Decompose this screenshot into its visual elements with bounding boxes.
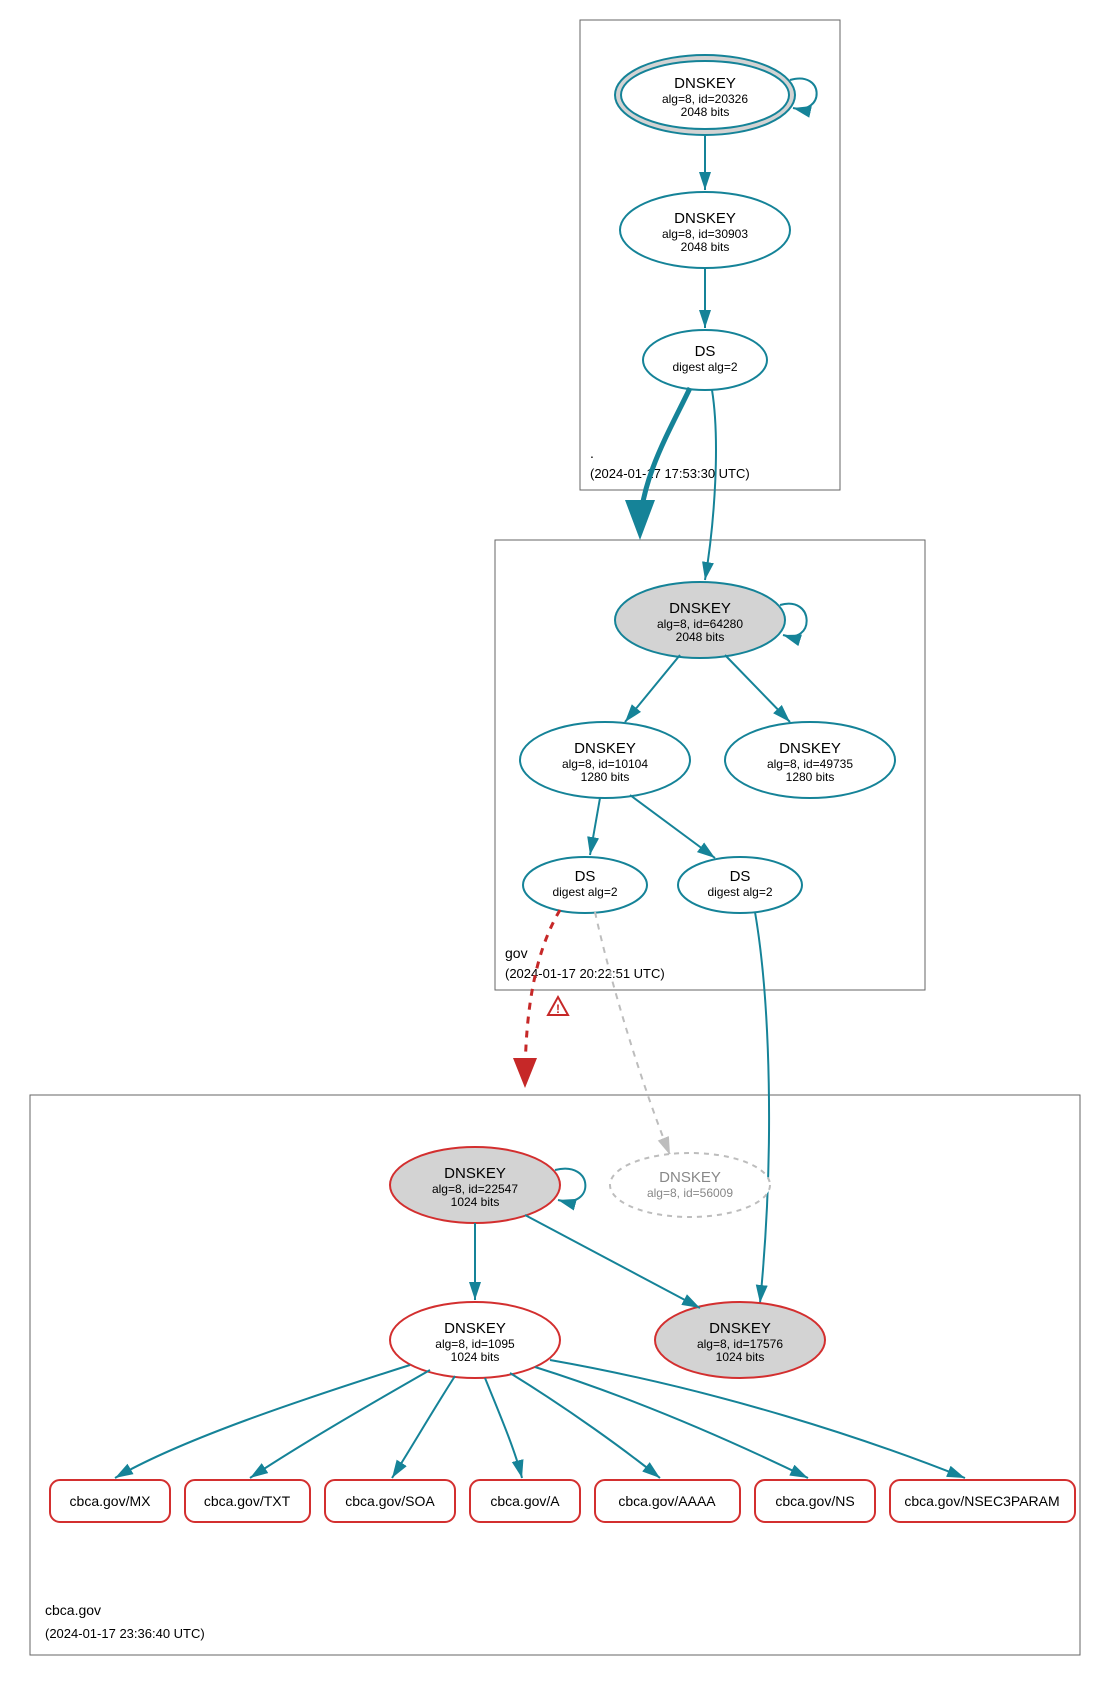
node-cbca-ksk[interactable]: DNSKEY alg=8, id=22547 1024 bits — [390, 1147, 560, 1223]
svg-text:1280 bits: 1280 bits — [786, 770, 835, 784]
node-root-ksk[interactable]: DNSKEY alg=8, id=20326 2048 bits — [615, 55, 795, 135]
zone-cbca-label: cbca.gov — [45, 1602, 101, 1618]
svg-text:DNSKEY: DNSKEY — [674, 75, 736, 92]
svg-text:DNSKEY: DNSKEY — [674, 210, 736, 227]
svg-text:DNSKEY: DNSKEY — [574, 740, 636, 757]
node-cbca-zsk[interactable]: DNSKEY alg=8, id=1095 1024 bits — [390, 1302, 560, 1378]
edge-gov-zsk1-ds1 — [590, 798, 600, 855]
svg-text:2048 bits: 2048 bits — [676, 630, 725, 644]
rr-soa[interactable]: cbca.gov/SOA — [325, 1480, 455, 1522]
rr-aaaa[interactable]: cbca.gov/AAAA — [595, 1480, 740, 1522]
svg-text:alg=8, id=17576: alg=8, id=17576 — [697, 1337, 783, 1351]
zone-gov-timestamp: (2024-01-17 20:22:51 UTC) — [505, 966, 665, 981]
svg-text:DS: DS — [575, 868, 596, 885]
zone-gov-label: gov — [505, 945, 528, 961]
warning-icon: ! — [548, 997, 568, 1016]
svg-text:alg=8, id=10104: alg=8, id=10104 — [562, 757, 648, 771]
svg-text:DNSKEY: DNSKEY — [659, 1169, 721, 1186]
svg-text:digest alg=2: digest alg=2 — [552, 885, 617, 899]
svg-text:alg=8, id=64280: alg=8, id=64280 — [657, 617, 743, 631]
edge-zsk-soa — [392, 1376, 455, 1478]
svg-text:digest alg=2: digest alg=2 — [672, 360, 737, 374]
zone-root-label: . — [590, 445, 594, 461]
svg-text:DNSKEY: DNSKEY — [669, 600, 731, 617]
svg-text:1024 bits: 1024 bits — [451, 1350, 500, 1364]
node-gov-zsk2[interactable]: DNSKEY alg=8, id=49735 1280 bits — [725, 722, 895, 798]
svg-text:!: ! — [556, 1002, 560, 1016]
node-gov-ksk[interactable]: DNSKEY alg=8, id=64280 2048 bits — [615, 582, 785, 658]
rr-a[interactable]: cbca.gov/A — [470, 1480, 580, 1522]
zone-root-timestamp: (2024-01-17 17:53:30 UTC) — [590, 466, 750, 481]
edge-gov-ds1-to-cbca-warn — [525, 910, 560, 1085]
svg-text:alg=8, id=22547: alg=8, id=22547 — [432, 1182, 518, 1196]
zone-cbca-timestamp: (2024-01-17 23:36:40 UTC) — [45, 1626, 205, 1641]
svg-text:1280 bits: 1280 bits — [581, 770, 630, 784]
edge-zsk-a — [485, 1378, 522, 1478]
node-root-ds[interactable]: DS digest alg=2 — [643, 330, 767, 390]
svg-text:cbca.gov/MX: cbca.gov/MX — [70, 1493, 152, 1509]
edge-root-ds-to-gov-ksk — [705, 390, 716, 580]
svg-text:alg=8, id=20326: alg=8, id=20326 — [662, 92, 748, 106]
svg-text:alg=8, id=1095: alg=8, id=1095 — [435, 1337, 515, 1351]
svg-text:cbca.gov/A: cbca.gov/A — [490, 1493, 560, 1509]
edge-gov-ksk-zsk2 — [725, 655, 790, 722]
svg-text:alg=8, id=49735: alg=8, id=49735 — [767, 757, 853, 771]
svg-text:digest alg=2: digest alg=2 — [707, 885, 772, 899]
svg-text:2048 bits: 2048 bits — [681, 240, 730, 254]
svg-text:cbca.gov/SOA: cbca.gov/SOA — [345, 1493, 435, 1509]
edge-gov-zsk1-ds2 — [630, 795, 715, 858]
svg-text:cbca.gov/NS: cbca.gov/NS — [775, 1493, 854, 1509]
svg-text:1024 bits: 1024 bits — [451, 1195, 500, 1209]
edge-zsk-mx — [115, 1365, 410, 1478]
rr-mx[interactable]: cbca.gov/MX — [50, 1480, 170, 1522]
svg-text:DS: DS — [730, 868, 751, 885]
edge-zsk-aaaa — [510, 1373, 660, 1478]
svg-text:DNSKEY: DNSKEY — [444, 1165, 506, 1182]
svg-text:DNSKEY: DNSKEY — [709, 1320, 771, 1337]
svg-text:cbca.gov/TXT: cbca.gov/TXT — [204, 1493, 291, 1509]
svg-text:alg=8, id=30903: alg=8, id=30903 — [662, 227, 748, 241]
edge-zsk-ns — [535, 1367, 808, 1478]
rr-txt[interactable]: cbca.gov/TXT — [185, 1480, 310, 1522]
svg-text:DS: DS — [695, 343, 716, 360]
svg-text:2048 bits: 2048 bits — [681, 105, 730, 119]
rr-ns[interactable]: cbca.gov/NS — [755, 1480, 875, 1522]
edge-cbca-ksk-key2 — [525, 1215, 700, 1308]
node-gov-ds1[interactable]: DS digest alg=2 — [523, 857, 647, 913]
node-root-zsk[interactable]: DNSKEY alg=8, id=30903 2048 bits — [620, 192, 790, 268]
svg-text:alg=8, id=56009: alg=8, id=56009 — [647, 1186, 733, 1200]
edge-root-ds-to-gov-zone — [640, 388, 690, 530]
edge-gov-ksk-zsk1 — [625, 655, 680, 722]
node-cbca-ghost[interactable]: DNSKEY alg=8, id=56009 — [610, 1153, 770, 1217]
svg-text:cbca.gov/AAAA: cbca.gov/AAAA — [618, 1493, 716, 1509]
dnssec-diagram: . (2024-01-17 17:53:30 UTC) DNSKEY alg=8… — [0, 0, 1112, 1690]
rr-nsec3param[interactable]: cbca.gov/NSEC3PARAM — [890, 1480, 1075, 1522]
svg-text:cbca.gov/NSEC3PARAM: cbca.gov/NSEC3PARAM — [904, 1493, 1059, 1509]
edge-gov-ds2-to-key2 — [755, 912, 769, 1303]
node-gov-ds2[interactable]: DS digest alg=2 — [678, 857, 802, 913]
edge-gov-ds1-to-ghost — [595, 912, 670, 1155]
svg-text:DNSKEY: DNSKEY — [444, 1320, 506, 1337]
svg-text:DNSKEY: DNSKEY — [779, 740, 841, 757]
node-cbca-key2[interactable]: DNSKEY alg=8, id=17576 1024 bits — [655, 1302, 825, 1378]
svg-text:1024 bits: 1024 bits — [716, 1350, 765, 1364]
node-gov-zsk1[interactable]: DNSKEY alg=8, id=10104 1280 bits — [520, 722, 690, 798]
